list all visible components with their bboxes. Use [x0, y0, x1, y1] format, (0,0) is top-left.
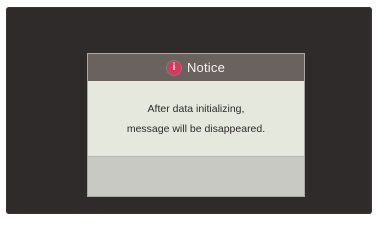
device-screen: i Notice After data initializing, messag… — [6, 7, 372, 214]
dialog-header: i Notice — [88, 54, 304, 81]
dialog-message-line-1: After data initializing, — [147, 102, 245, 115]
dialog-title: Notice — [186, 60, 226, 75]
notice-dialog: i Notice After data initializing, messag… — [87, 53, 305, 197]
info-icon: i — [166, 60, 181, 75]
dialog-message-line-2: message will be disappeared. — [126, 122, 266, 135]
dialog-message: After data initializing, message will be… — [88, 81, 304, 156]
dialog-footer — [88, 156, 304, 196]
